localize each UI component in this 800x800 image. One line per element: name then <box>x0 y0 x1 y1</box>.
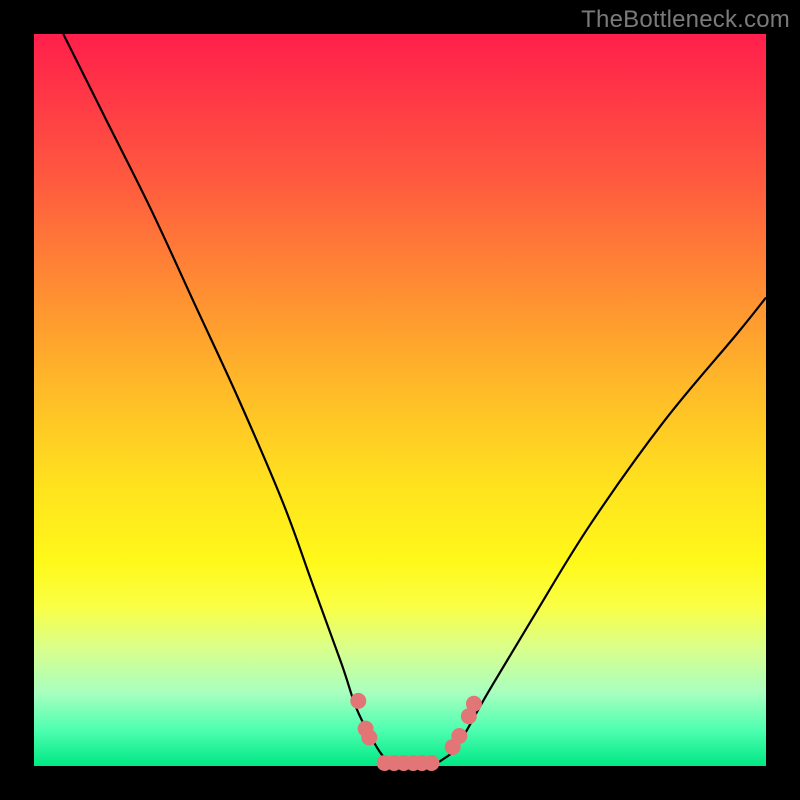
marker-dot <box>451 728 467 744</box>
marker-dot <box>361 729 377 745</box>
marker-group <box>350 693 482 771</box>
chart-svg <box>34 34 766 766</box>
plot-area <box>34 34 766 766</box>
marker-dot <box>350 693 366 709</box>
watermark-text: TheBottleneck.com <box>581 6 790 34</box>
marker-dot <box>423 755 439 771</box>
curve-path <box>63 34 766 767</box>
marker-dot <box>466 696 482 712</box>
chart-frame: TheBottleneck.com <box>0 0 800 800</box>
